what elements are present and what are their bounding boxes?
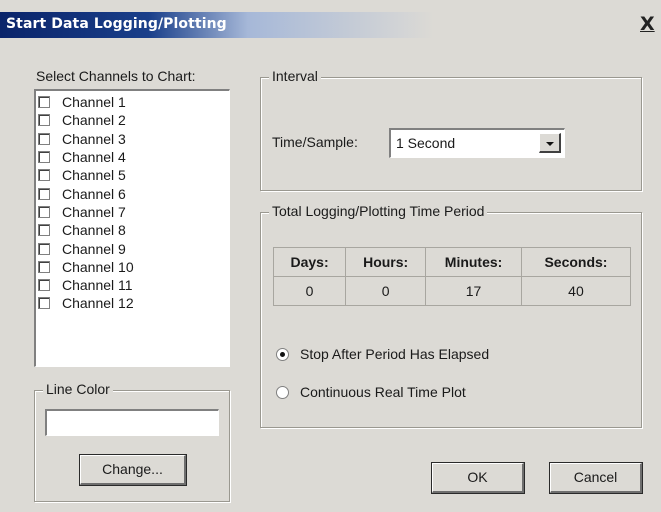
- title-fade: [248, 12, 661, 38]
- cancel-button[interactable]: Cancel: [549, 462, 643, 494]
- channel-checkbox[interactable]: [38, 224, 50, 237]
- hours-header: Hours:: [345, 247, 427, 277]
- channel-checkbox[interactable]: [38, 132, 50, 145]
- channel-item[interactable]: Channel 2: [36, 111, 229, 129]
- stop-after-radio[interactable]: [276, 348, 289, 361]
- channel-checkbox[interactable]: [38, 260, 50, 273]
- days-header: Days:: [272, 247, 347, 277]
- channel-checkbox[interactable]: [38, 187, 50, 200]
- channel-item[interactable]: Channel 12: [36, 294, 229, 312]
- channel-label: Channel 1: [62, 94, 126, 111]
- channel-label: Channel 3: [62, 130, 126, 147]
- channel-label: Channel 5: [62, 167, 126, 184]
- channel-item[interactable]: Channel 3: [36, 130, 229, 148]
- channel-label: Channel 8: [62, 222, 126, 239]
- interval-title: Interval: [269, 68, 321, 84]
- channel-label: Channel 9: [62, 240, 126, 257]
- channel-label: Channel 7: [62, 203, 126, 220]
- channel-item[interactable]: Channel 7: [36, 203, 229, 221]
- channel-item[interactable]: Channel 8: [36, 221, 229, 239]
- minutes-header: Minutes:: [425, 247, 522, 277]
- window-title: Start Data Logging/Plotting: [6, 16, 227, 32]
- continuous-radio[interactable]: [276, 386, 289, 399]
- channel-checkbox[interactable]: [38, 114, 50, 127]
- close-icon[interactable]: X: [640, 14, 658, 36]
- title-bar: Start Data Logging/Plotting X: [0, 0, 661, 46]
- channel-label: Channel 6: [62, 185, 126, 202]
- period-title: Total Logging/Plotting Time Period: [269, 203, 488, 219]
- ok-button[interactable]: OK: [431, 462, 525, 494]
- channel-item[interactable]: Channel 4: [36, 148, 229, 166]
- time-sample-label: Time/Sample:: [272, 134, 358, 150]
- seconds-value[interactable]: 40: [520, 276, 632, 306]
- time-sample-value: 1 Second: [396, 135, 456, 151]
- line-color-swatch: [45, 409, 219, 436]
- stop-after-label: Stop After Period Has Elapsed: [300, 346, 490, 362]
- channel-item[interactable]: Channel 11: [36, 276, 229, 294]
- channel-checkbox[interactable]: [38, 242, 50, 255]
- channel-item[interactable]: Channel 1: [36, 93, 229, 111]
- channel-label: Channel 12: [62, 295, 134, 312]
- channel-checkbox[interactable]: [38, 297, 50, 310]
- channel-checkbox[interactable]: [38, 169, 50, 182]
- change-button[interactable]: Change...: [79, 454, 187, 486]
- channel-label: Channel 4: [62, 149, 126, 166]
- channel-item[interactable]: Channel 5: [36, 166, 229, 184]
- channel-list[interactable]: Channel 1 Channel 2 Channel 3 Channel 4 Chan…: [34, 89, 230, 367]
- period-header-row: Days: Hours: Minutes: Seconds:: [272, 247, 632, 277]
- channel-item[interactable]: Channel 9: [36, 239, 229, 257]
- minutes-value[interactable]: 17: [425, 276, 522, 306]
- channel-checkbox[interactable]: [38, 205, 50, 218]
- channel-label: Channel 10: [62, 258, 134, 275]
- time-sample-select[interactable]: 1 Second: [389, 128, 565, 158]
- period-table: Days: Hours: Minutes: Seconds: 0 0 17 40: [272, 247, 632, 306]
- channels-label: Select Channels to Chart:: [36, 68, 196, 84]
- channel-item[interactable]: Channel 6: [36, 184, 229, 202]
- continuous-label: Continuous Real Time Plot: [300, 384, 466, 400]
- channel-label: Channel 11: [62, 277, 133, 294]
- chevron-down-icon[interactable]: [539, 133, 561, 153]
- days-value[interactable]: 0: [272, 276, 347, 306]
- channel-label: Channel 2: [62, 112, 126, 129]
- hours-value[interactable]: 0: [345, 276, 427, 306]
- period-value-row: 0 0 17 40: [272, 276, 632, 306]
- channel-checkbox[interactable]: [38, 279, 50, 292]
- line-color-group: Line Color: [34, 381, 230, 502]
- channel-checkbox[interactable]: [38, 151, 50, 164]
- line-color-title: Line Color: [43, 381, 113, 397]
- channel-item[interactable]: Channel 10: [36, 258, 229, 276]
- channel-checkbox[interactable]: [38, 96, 50, 109]
- seconds-header: Seconds:: [520, 247, 632, 277]
